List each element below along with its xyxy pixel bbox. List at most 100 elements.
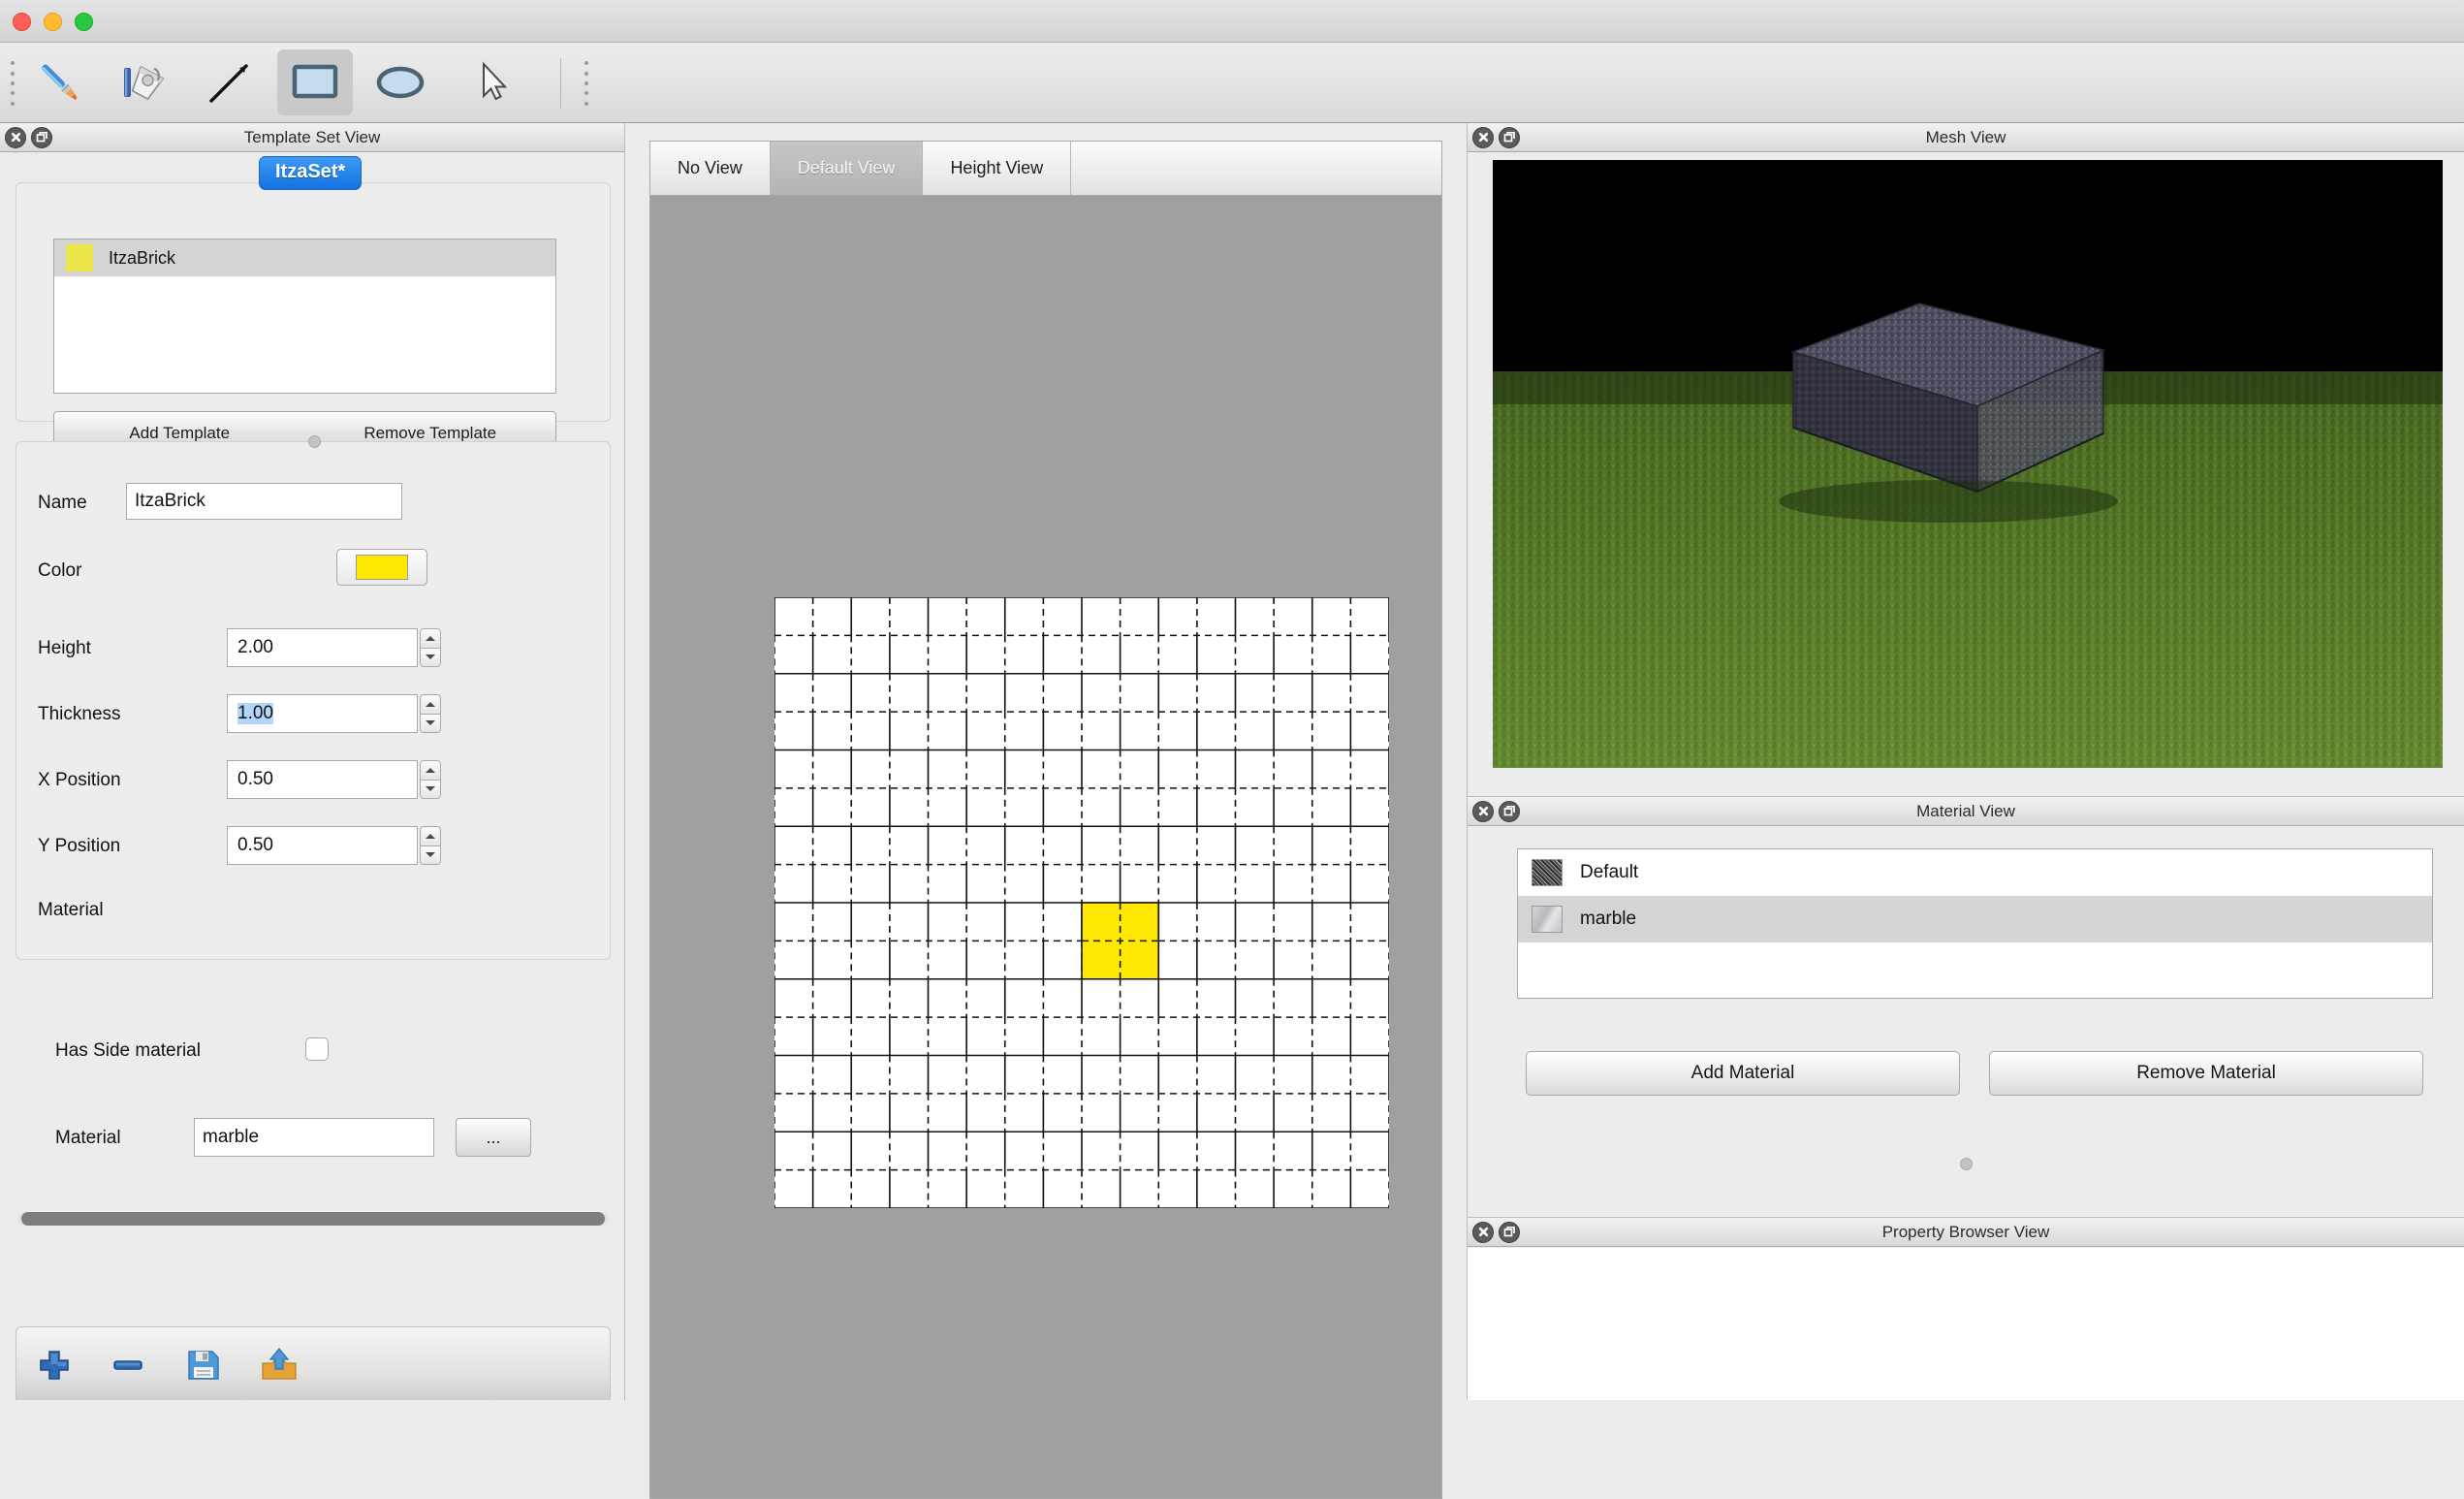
property-browser-header: Property Browser View (1468, 1218, 2464, 1247)
remove-icon[interactable] (106, 1343, 150, 1387)
remove-material-button[interactable]: Remove Material (1989, 1051, 2423, 1096)
main-toolbar (0, 43, 2464, 123)
height-input[interactable]: 2.00 (227, 628, 418, 667)
property-browser-view-panel: Property Browser View (1467, 1217, 2464, 1400)
material-view-header: Material View (1468, 797, 2464, 826)
brick-grid-svg (774, 597, 1389, 1208)
bucket-tool-button[interactable] (107, 49, 182, 115)
material-view-panel: Material View Default marble Add Materia… (1467, 796, 2464, 1217)
center-view-panel: No View Default View Height View (626, 123, 1466, 1499)
close-icon[interactable] (1472, 1221, 1494, 1243)
float-icon[interactable] (31, 126, 52, 148)
thickness-value-selected: 1.00 (237, 703, 273, 724)
tab-default-view[interactable]: Default View (770, 142, 924, 195)
mesh-view-header: Mesh View (1468, 123, 2464, 152)
window-titlebar (0, 0, 2464, 43)
thickness-label: Thickness (38, 704, 121, 724)
x-position-step-up[interactable] (420, 760, 441, 780)
float-icon[interactable] (1499, 800, 1520, 822)
panel-title: Property Browser View (1881, 1222, 2050, 1241)
thickness-step-down[interactable] (420, 713, 441, 733)
material-list[interactable]: Default marble (1517, 848, 2433, 999)
template-color-swatch (66, 244, 93, 271)
ellipse-tool-button[interactable] (363, 49, 438, 115)
toolbar-extra-grip[interactable] (582, 58, 591, 109)
mesh-render (1493, 160, 2443, 768)
mesh-view-panel: Mesh View (1467, 123, 2464, 796)
template-properties-group: Name ItzaBrick Color Height 2.00 Thickne… (16, 435, 611, 960)
list-item[interactable]: Default (1518, 849, 2432, 896)
y-position-step-up[interactable] (420, 826, 441, 845)
y-position-stepper[interactable] (420, 826, 441, 865)
material-input[interactable]: marble (194, 1118, 434, 1157)
save-icon[interactable] (181, 1343, 226, 1387)
x-position-stepper[interactable] (420, 760, 441, 799)
close-window-button[interactable] (13, 13, 31, 31)
list-item[interactable]: ItzaBrick (54, 239, 555, 276)
traffic-light-buttons (13, 13, 93, 31)
material-browse-button[interactable]: ... (456, 1118, 531, 1157)
properties-hscroll-thumb[interactable] (21, 1212, 605, 1226)
brush-tool-button[interactable] (21, 49, 97, 115)
thickness-stepper[interactable] (420, 694, 441, 733)
y-position-label: Y Position (38, 836, 121, 856)
material-name-label: Default (1580, 862, 1639, 882)
minimize-window-button[interactable] (44, 13, 62, 31)
close-icon[interactable] (5, 126, 26, 148)
panel-title: Template Set View (243, 127, 381, 146)
panel-title: Mesh View (1925, 127, 2006, 146)
material-field-label: Material (55, 1128, 121, 1148)
name-input[interactable]: ItzaBrick (126, 483, 402, 520)
template-set-view-panel: Template Set View ItzaSet* ItzaBrick Add… (0, 123, 625, 1400)
height-step-down[interactable] (420, 647, 441, 667)
thickness-input[interactable]: 1.00 (227, 694, 418, 733)
float-icon[interactable] (1499, 1221, 1520, 1243)
rectangle-tool-button[interactable] (277, 49, 353, 115)
color-label: Color (38, 560, 82, 581)
height-label: Height (38, 638, 91, 658)
color-picker-button[interactable] (336, 549, 427, 586)
close-icon[interactable] (1472, 126, 1494, 148)
ellipse-icon (373, 61, 427, 104)
y-position-step-down[interactable] (420, 845, 441, 865)
export-icon[interactable] (257, 1343, 301, 1387)
left-panel-action-bar (16, 1326, 611, 1400)
zoom-window-button[interactable] (75, 13, 93, 31)
select-tool-button[interactable] (456, 49, 531, 115)
template-set-name-tag[interactable]: ItzaSet* (259, 156, 363, 190)
line-tool-button[interactable] (192, 49, 268, 115)
rectangle-icon (290, 61, 340, 104)
float-icon[interactable] (1499, 126, 1520, 148)
has-side-material-checkbox[interactable] (305, 1037, 329, 1061)
material-panel-resize-handle[interactable] (1960, 1158, 1973, 1170)
height-stepper[interactable] (420, 628, 441, 667)
material-section-label: Material (38, 900, 104, 920)
property-browser-content[interactable] (1468, 1248, 2464, 1400)
panel-title: Material View (1916, 801, 2015, 820)
material-thumbnail (1532, 859, 1563, 886)
material-thumbnail (1532, 906, 1563, 933)
toolbar-drag-grip[interactable] (8, 58, 17, 109)
thickness-step-up[interactable] (420, 694, 441, 714)
brick-grid[interactable] (774, 597, 1389, 1208)
add-icon[interactable] (32, 1343, 77, 1387)
x-position-input[interactable]: 0.50 (227, 760, 418, 799)
mesh-3d-viewport[interactable] (1493, 160, 2443, 768)
color-swatch (356, 555, 408, 580)
has-side-material-label: Has Side material (55, 1040, 201, 1061)
line-icon (205, 57, 255, 108)
template-group-box: ItzaSet* ItzaBrick Add Template Remove T… (16, 156, 611, 456)
y-position-input[interactable]: 0.50 (227, 826, 418, 865)
paint-bucket-icon (116, 54, 173, 111)
template-list[interactable]: ItzaBrick (53, 239, 556, 394)
height-step-up[interactable] (420, 628, 441, 648)
paintbrush-icon (32, 55, 86, 110)
add-material-button[interactable]: Add Material (1526, 1051, 1960, 1096)
list-item[interactable]: marble (1518, 896, 2432, 942)
properties-collapse-handle[interactable] (308, 435, 321, 448)
close-icon[interactable] (1472, 800, 1494, 822)
tab-height-view[interactable]: Height View (923, 142, 1072, 195)
design-canvas[interactable] (649, 195, 1442, 1499)
x-position-step-down[interactable] (420, 779, 441, 799)
tab-no-view[interactable]: No View (650, 142, 771, 195)
